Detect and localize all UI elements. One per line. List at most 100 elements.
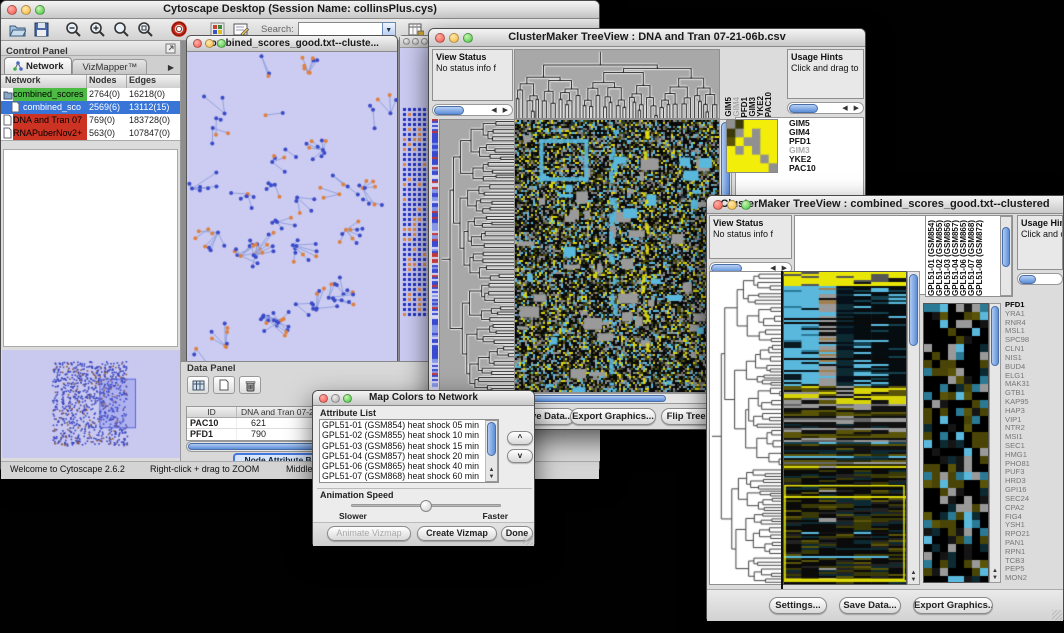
scrollbar-thumb[interactable]: [434, 106, 464, 115]
minimize-button[interactable]: [727, 200, 737, 210]
zoom-button[interactable]: [35, 5, 45, 15]
float-panel-icon[interactable]: [165, 43, 176, 54]
scrollbar-arrows[interactable]: ▲▼: [990, 568, 1000, 582]
minimize-button[interactable]: [331, 394, 340, 403]
move-up-button[interactable]: ^: [507, 431, 533, 445]
tab-overflow-arrow[interactable]: ▶: [168, 63, 178, 74]
data-col-id[interactable]: ID: [187, 407, 237, 417]
tv1-heatmap-hscrollbar[interactable]: [514, 393, 718, 404]
tv2-zoom-vscrollbar[interactable]: ▲▼: [989, 303, 1001, 583]
attribute-item[interactable]: GPL51-04 (GSM857) heat shock 20 min: [320, 451, 498, 461]
attribute-item[interactable]: GPL51-02 (GSM855) heat shock 10 min: [320, 430, 498, 440]
zoom-selected-icon[interactable]: [133, 20, 157, 40]
delete-trash-icon[interactable]: [239, 376, 261, 394]
create-vizmap-button[interactable]: Create Vizmap: [417, 526, 497, 541]
scrollbar-thumb[interactable]: [487, 422, 496, 456]
tv2-heatmap-vscrollbar[interactable]: ▲▼: [907, 271, 920, 585]
tv1-column-dendrogram[interactable]: [514, 49, 720, 119]
close-button[interactable]: [319, 394, 328, 403]
animate-vizmap-button[interactable]: Animate Vizmap: [327, 526, 411, 541]
tv2-export-graphics-button[interactable]: Export Graphics...: [913, 597, 993, 614]
col-header-network[interactable]: Network: [1, 75, 87, 88]
tv1-status-scrollbar[interactable]: ◀ ▶: [432, 104, 513, 116]
attribute-item[interactable]: GPL51-07 (GSM868) heat shock 60 min: [320, 471, 498, 481]
tv1-hints-scrollbar[interactable]: ◀ ▶: [787, 102, 864, 114]
scrollbar-thumb[interactable]: [991, 306, 999, 366]
dialog-titlebar[interactable]: Map Colors to Network: [313, 391, 534, 406]
save-icon[interactable]: [29, 20, 53, 40]
open-file-icon[interactable]: [5, 20, 29, 40]
minimize-button[interactable]: [21, 5, 31, 15]
main-titlebar[interactable]: Cytoscape Desktop (Session Name: collins…: [1, 1, 599, 19]
attribute-list-scrollbar[interactable]: ▲▼: [485, 420, 498, 482]
resize-grip[interactable]: [1052, 610, 1062, 620]
zoom-button[interactable]: [343, 394, 352, 403]
tab-network[interactable]: Network: [4, 57, 72, 74]
tv2-row-dendrogram[interactable]: [709, 271, 783, 585]
tv2-gene-list: PFD1YRA1RNR4MSL1SPC98CLN1NIS1BUD4ELG1MAK…: [1005, 301, 1063, 585]
network-row[interactable]: combined_scores 2764(0) 16218(0): [1, 88, 180, 101]
close-button[interactable]: [193, 39, 202, 48]
tv1-zoomed-heatmap[interactable]: [726, 119, 778, 173]
minimize-button[interactable]: [205, 39, 214, 48]
network-row-selected[interactable]: combined_sco 2569(6) 13112(15): [1, 101, 180, 114]
treeview2-titlebar[interactable]: ClusterMaker TreeView : combined_scores_…: [707, 196, 1063, 214]
tv2-hints-scrollbar[interactable]: [1017, 273, 1063, 285]
scrollbar-thumb[interactable]: [1002, 227, 1010, 267]
data-row-id: PFD1: [187, 429, 237, 440]
scrollbar-thumb[interactable]: [789, 104, 818, 113]
tv1-export-graphics-button[interactable]: Export Graphics...: [570, 408, 656, 425]
zoom-button[interactable]: [741, 200, 751, 210]
tv1-row-dendrogram[interactable]: [439, 119, 515, 393]
scrollbar-thumb[interactable]: [1019, 275, 1036, 284]
treeview1-titlebar[interactable]: ClusterMaker TreeView : DNA and Tran 07-…: [429, 29, 865, 47]
network-overview-thumbnail[interactable]: [2, 350, 180, 458]
network-window-titlebar[interactable]: combined_scores_good.txt--cluste...: [187, 36, 397, 52]
animation-speed-slider[interactable]: [351, 504, 501, 507]
minimize-button[interactable]: [449, 33, 459, 43]
tv2-save-data-button[interactable]: Save Data...: [839, 597, 901, 614]
tv2-settings-button[interactable]: Settings...: [769, 597, 827, 614]
zoom-button[interactable]: [463, 33, 473, 43]
slider-thumb[interactable]: [420, 500, 432, 512]
tv2-view-status: View Status No status info f: [709, 215, 792, 259]
attribute-item[interactable]: GPL51-06 (GSM865) heat shock 40 min: [320, 461, 498, 471]
zoom-out-icon[interactable]: [61, 20, 85, 40]
close-button[interactable]: [7, 5, 17, 15]
scrollbar-arrows[interactable]: ▲▼: [908, 570, 919, 584]
network-tab-icon: [13, 61, 23, 71]
attribute-item[interactable]: GPL51-01 (GSM854) heat shock 05 min: [320, 420, 498, 430]
zoom-fit-icon[interactable]: [109, 20, 133, 40]
minimize-button[interactable]: [412, 38, 419, 45]
zoom-in-icon[interactable]: [85, 20, 109, 40]
tab-vizmapper[interactable]: VizMapper™: [72, 59, 147, 74]
close-button[interactable]: [403, 38, 410, 45]
tv1-main-heatmap[interactable]: [514, 119, 720, 393]
network-canvas[interactable]: [187, 52, 397, 372]
move-down-button[interactable]: v: [507, 449, 533, 463]
new-attribute-icon[interactable]: [213, 376, 235, 394]
desktop: Cytoscape Desktop (Session Name: collins…: [0, 0, 1064, 633]
map-colors-dialog: Map Colors to Network Attribute List GPL…: [312, 390, 535, 545]
resize-grip[interactable]: [523, 535, 533, 545]
col-header-nodes[interactable]: Nodes: [87, 75, 127, 88]
table-grid-icon[interactable]: [187, 376, 209, 394]
network-row[interactable]: RNAPuberNov2+ 563(0) 107847(0): [1, 127, 180, 140]
scrollbar-arrows[interactable]: ▲▼: [486, 467, 497, 481]
network-row[interactable]: DNA and Tran 07 769(0) 183728(0): [1, 114, 180, 127]
scrollbar-arrows[interactable]: ◀ ▶: [491, 106, 510, 114]
tv2-zoomed-heatmap[interactable]: [923, 303, 989, 583]
scrollbar-arrows[interactable]: ◀ ▶: [842, 104, 861, 112]
zoom-button[interactable]: [217, 39, 226, 48]
close-button[interactable]: [435, 33, 445, 43]
tv2-collabel-scrollbar[interactable]: [1000, 216, 1012, 296]
zoom-button[interactable]: [421, 38, 428, 45]
scrollbar-thumb[interactable]: [516, 395, 666, 402]
attribute-item[interactable]: GPL51-03 (GSM856) heat shock 15 min: [320, 441, 498, 451]
close-button[interactable]: [713, 200, 723, 210]
column-label: PAC10: [765, 92, 773, 117]
tv2-main-heatmap[interactable]: [783, 271, 907, 585]
scrollbar-thumb[interactable]: [909, 274, 918, 346]
col-header-edges[interactable]: Edges: [127, 75, 180, 88]
network-edges: 13112(15): [127, 101, 180, 114]
